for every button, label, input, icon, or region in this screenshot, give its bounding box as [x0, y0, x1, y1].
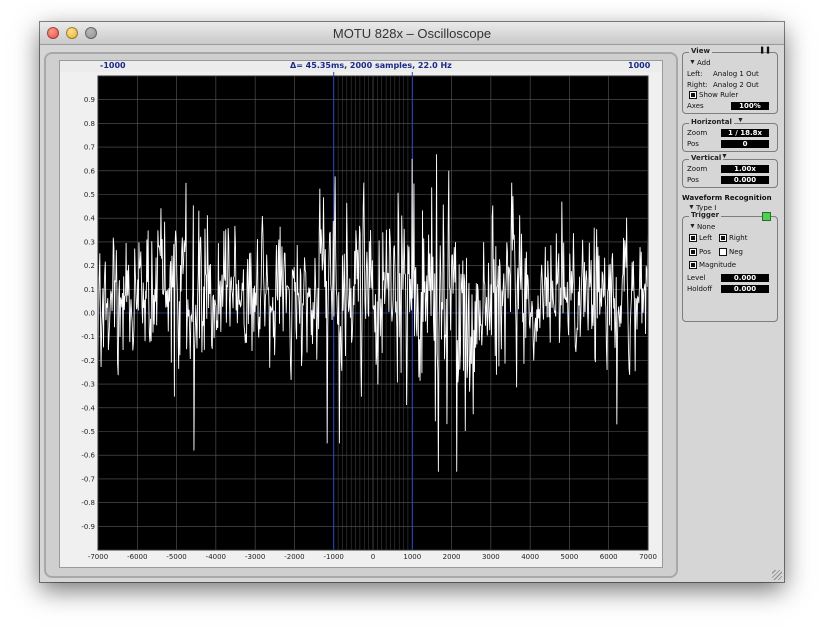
show-ruler-checkbox[interactable] [689, 91, 697, 99]
scope-display[interactable]: -1000 Δ= 45.35ms, 2000 samples, 22.0 Hz … [59, 60, 663, 568]
x-tick-label: 7000 [639, 553, 657, 561]
y-tick-label: -0.7 [81, 475, 95, 483]
y-tick-label: 0.7 [84, 144, 95, 152]
y-tick-label: 0.4 [84, 215, 96, 223]
x-tick-label: -2000 [284, 553, 304, 561]
horizontal-zoom-label: Zoom [687, 129, 708, 137]
trigger-neg-label: Neg [729, 248, 743, 256]
right-channel-label: Right: [687, 81, 708, 89]
horizontal-group: Horizontal ▼ Zoom 1 / 18.8x Pos 0 [682, 117, 778, 152]
y-tick-label: 0.0 [84, 310, 95, 318]
x-tick-label: -4000 [206, 553, 226, 561]
x-tick-label: -1000 [324, 553, 344, 561]
y-tick-label: -0.8 [81, 499, 95, 507]
axes-label: Axes [687, 102, 704, 110]
trigger-title: Trigger [689, 211, 722, 219]
y-tick-label: -0.2 [81, 357, 95, 365]
trigger-pos-checkbox[interactable] [689, 248, 697, 256]
horizontal-title: Horizontal [689, 118, 734, 126]
axes-value[interactable]: 100% [731, 102, 769, 110]
resize-grip[interactable] [772, 570, 782, 580]
trigger-magnitude-checkbox[interactable] [689, 261, 697, 269]
trigger-level-value[interactable]: 0.000 [721, 274, 769, 282]
control-sidebar: View ❚❚ ▼ Add Left: Analog 1 Out Right: … [680, 46, 784, 580]
trigger-level-label: Level [687, 274, 706, 282]
y-tick-label: 0.5 [84, 191, 95, 199]
x-tick-label: 0 [371, 553, 375, 561]
vertical-zoom-label: Zoom [687, 165, 708, 173]
waveform-recognition-title: Waveform Recognition [682, 194, 772, 202]
trigger-left-checkbox[interactable] [689, 234, 697, 242]
x-tick-label: -5000 [166, 553, 186, 561]
trigger-neg-checkbox[interactable] [719, 248, 727, 256]
vertical-menu-icon[interactable]: ▼ [721, 153, 728, 160]
trigger-left-label: Left [699, 234, 713, 242]
view-title: View [689, 47, 712, 55]
x-tick-label: 2000 [443, 553, 461, 561]
y-tick-label: -0.4 [81, 404, 95, 412]
horizontal-menu-icon[interactable]: ▼ [737, 117, 744, 124]
y-tick-label: 0.8 [84, 120, 95, 128]
trigger-right-label: Right [729, 234, 748, 242]
vertical-zoom-value[interactable]: 1.00x [721, 165, 769, 173]
scope-panel: -1000 Δ= 45.35ms, 2000 samples, 22.0 Hz … [44, 52, 678, 578]
trigger-magnitude-label: Magnitude [699, 261, 737, 269]
x-tick-label: 6000 [600, 553, 618, 561]
left-channel-value[interactable]: Analog 1 Out [713, 70, 759, 78]
trigger-mode[interactable]: None [697, 223, 715, 231]
horizontal-pos-label: Pos [687, 140, 699, 148]
x-tick-label: -3000 [245, 553, 265, 561]
vertical-title: Vertical [689, 154, 724, 162]
y-tick-label: -0.3 [81, 381, 95, 389]
title-bar[interactable]: MOTU 828x – Oscilloscope [40, 22, 784, 45]
y-tick-label: -0.6 [81, 452, 95, 460]
x-tick-label: -7000 [88, 553, 108, 561]
trigger-right-checkbox[interactable] [719, 234, 727, 242]
y-tick-label: 0.6 [84, 167, 96, 175]
x-tick-label: 5000 [561, 553, 579, 561]
y-tick-label: 0.3 [84, 238, 95, 246]
pause-icon[interactable]: ❚❚ [759, 46, 771, 54]
show-ruler-label: Show Ruler [699, 91, 739, 99]
x-tick-label: -6000 [127, 553, 147, 561]
oscilloscope-window: MOTU 828x – Oscilloscope -1000 Δ= 45.35m… [40, 22, 784, 582]
add-label[interactable]: Add [697, 59, 711, 67]
horizontal-zoom-value[interactable]: 1 / 18.8x [721, 129, 769, 137]
trigger-mode-disclosure-icon[interactable]: ▼ [689, 223, 696, 230]
y-tick-label: 0.9 [84, 96, 95, 104]
y-tick-label: -0.1 [81, 333, 95, 341]
y-tick-label: -0.5 [81, 428, 95, 436]
waveform-type-disclosure-icon[interactable]: ▼ [688, 204, 695, 211]
y-tick-label: 0.2 [84, 262, 95, 270]
trigger-group: Trigger ▼ None Left Right Pos Neg Magnit… [682, 211, 778, 322]
scope-plot: 0.9 0.8 0.7 0.6 0.5 0.4 0.3 0.2 0.1 0.0 -0.1 -0.2 -0… [81, 72, 657, 561]
trigger-holdoff-label: Holdoff [687, 285, 713, 293]
add-disclosure-icon[interactable]: ▼ [689, 59, 696, 66]
vertical-pos-value[interactable]: 0.000 [721, 176, 769, 184]
y-tick-label: 0.1 [84, 286, 95, 294]
trigger-indicator-icon [762, 212, 771, 221]
view-group: View ❚❚ ▼ Add Left: Analog 1 Out Right: … [682, 46, 778, 114]
x-tick-label: 1000 [403, 553, 421, 561]
trigger-holdoff-value[interactable]: 0.000 [721, 285, 769, 293]
right-channel-value[interactable]: Analog 2 Out [713, 81, 759, 89]
window-title: MOTU 828x – Oscilloscope [332, 26, 492, 41]
left-channel-label: Left: [687, 70, 703, 78]
horizontal-pos-value[interactable]: 0 [721, 140, 769, 148]
y-tick-label: -0.9 [81, 523, 95, 531]
x-tick-label: 3000 [482, 553, 500, 561]
x-tick-label: 4000 [521, 553, 539, 561]
trigger-pos-label: Pos [699, 248, 711, 256]
vertical-pos-label: Pos [687, 176, 699, 184]
vertical-group: Vertical ▼ Zoom 1.00x Pos 0.000 [682, 153, 778, 188]
